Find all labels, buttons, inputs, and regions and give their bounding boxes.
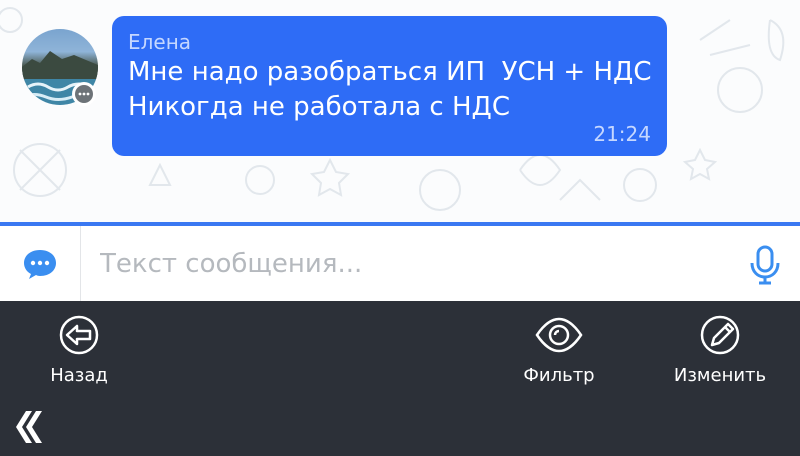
message-sender: Елена: [128, 30, 192, 54]
app-logo-icon: [16, 411, 42, 443]
chat-bubble-icon[interactable]: [0, 226, 81, 301]
filter-button[interactable]: Фильтр: [514, 315, 604, 386]
back-label: Назад: [50, 365, 108, 386]
back-button[interactable]: Назад: [40, 315, 118, 386]
message-composer: [0, 226, 800, 302]
more-dots-icon: [75, 85, 93, 103]
message-input[interactable]: [100, 244, 700, 284]
edit-button[interactable]: Изменить: [670, 315, 770, 386]
eye-icon: [535, 317, 583, 353]
message-bubble[interactable]: Елена Мне надо разобраться ИП УСН + НДС …: [112, 16, 667, 156]
edit-pencil-icon: [700, 315, 740, 355]
edit-label: Изменить: [673, 365, 767, 386]
message-line: Никогда не работала с НДС: [128, 92, 511, 122]
chat-area[interactable]: Елена Мне надо разобраться ИП УСН + НДС …: [0, 0, 800, 222]
comment-badge: [72, 82, 96, 106]
message-time: 21:24: [593, 122, 651, 146]
bottom-toolbar: Назад Фильтр Изменить: [0, 301, 800, 456]
microphone-icon[interactable]: [748, 245, 782, 285]
message-line: Мне надо разобраться ИП УСН + НДС: [128, 57, 652, 87]
back-arrow-icon: [59, 315, 99, 355]
filter-label: Фильтр: [523, 365, 595, 386]
